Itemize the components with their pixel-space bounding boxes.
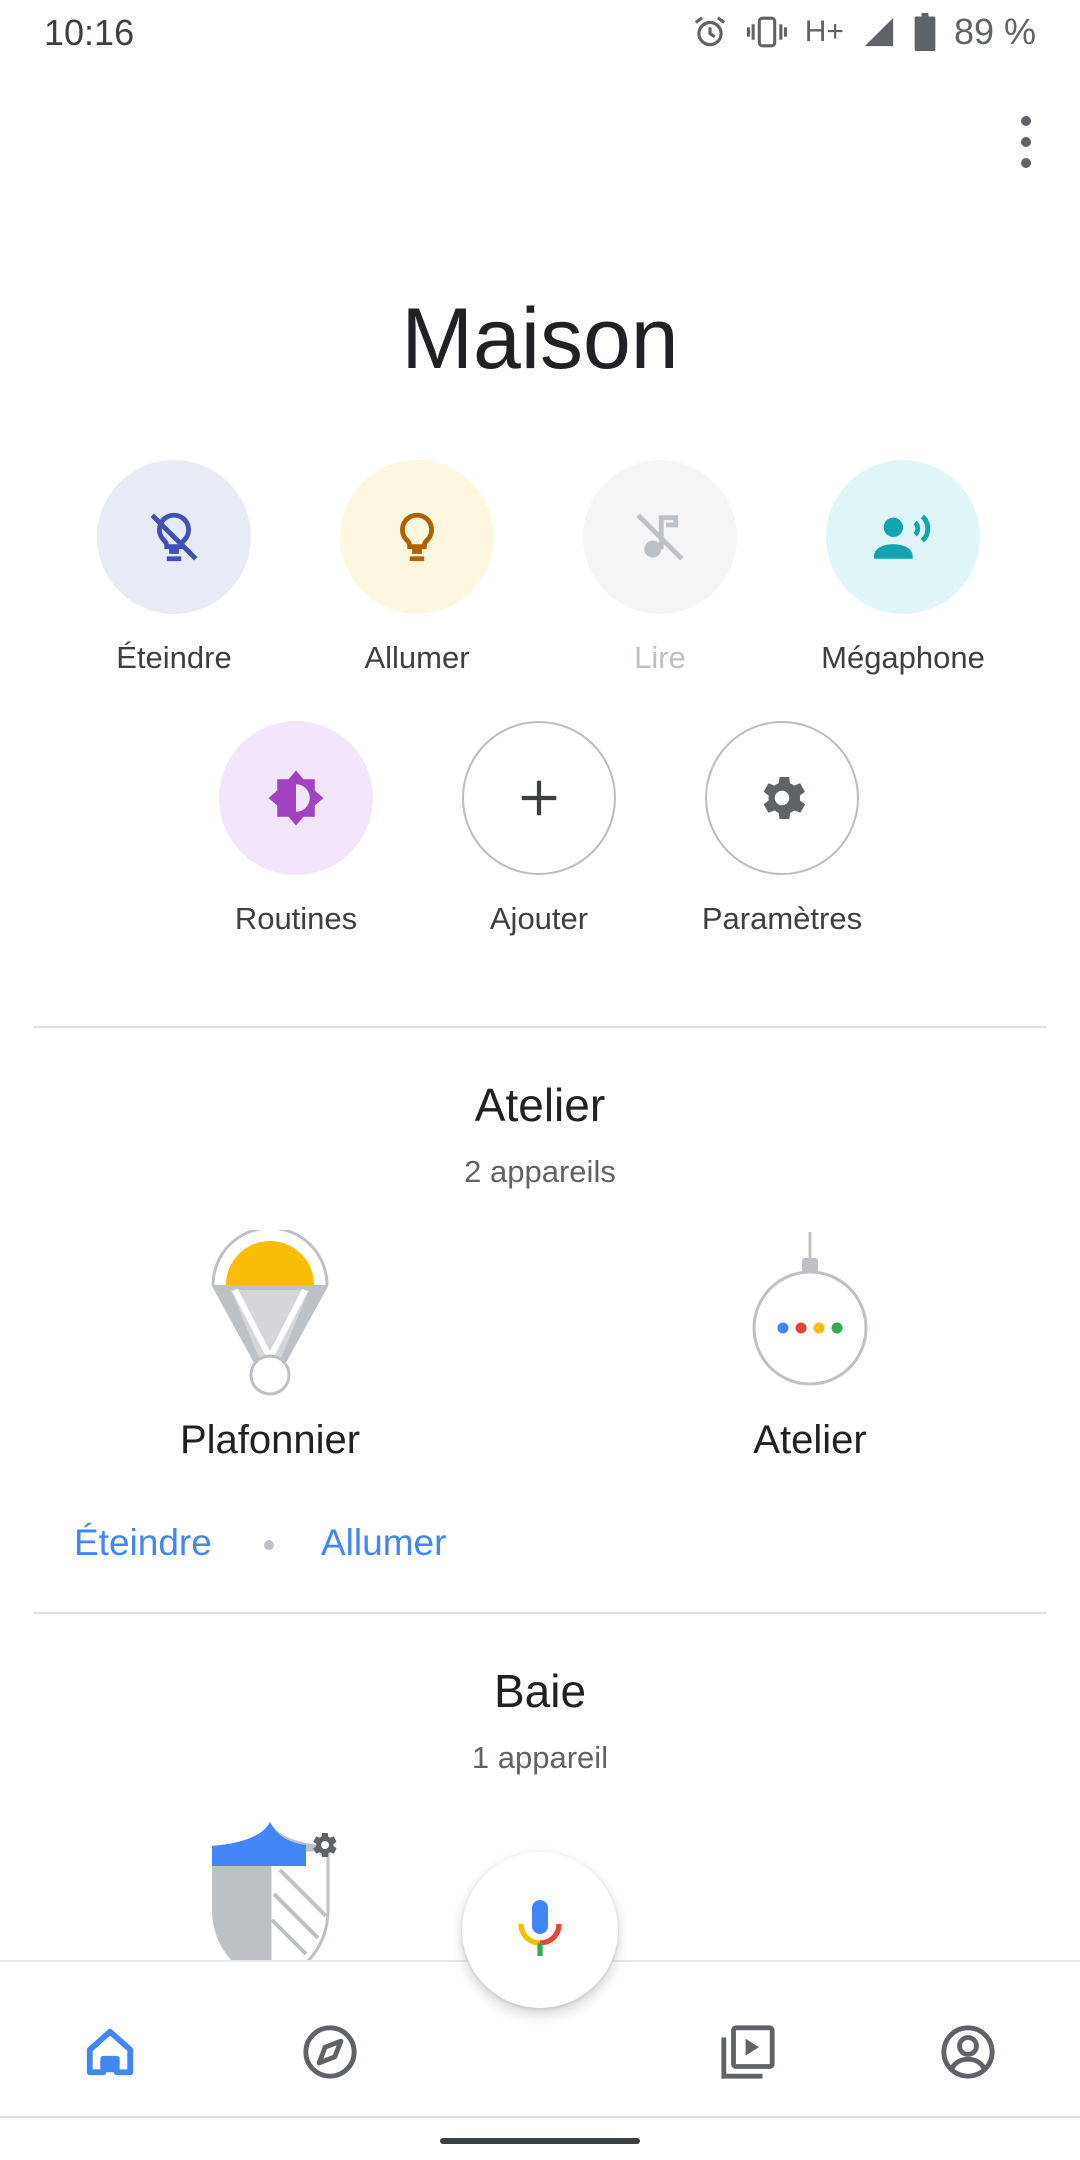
light-bulb-icon bbox=[340, 460, 494, 614]
vibrate-icon bbox=[746, 13, 787, 51]
device-plafonnier[interactable]: Plafonnier bbox=[140, 1226, 400, 1463]
action-turn-on[interactable]: Allumer bbox=[307, 460, 527, 676]
device-label: Atelier bbox=[753, 1418, 867, 1462]
media-icon[interactable] bbox=[708, 2012, 788, 2092]
ceiling-light-icon bbox=[205, 1226, 335, 1396]
light-off-icon bbox=[97, 460, 251, 614]
action-routines[interactable]: Routines bbox=[186, 721, 406, 937]
divider bbox=[0, 2116, 1080, 2118]
status-bar: 10:16 H+ 89 % bbox=[0, 0, 1080, 66]
music-off-icon bbox=[583, 460, 737, 614]
microphone-button[interactable] bbox=[462, 1852, 618, 2008]
battery-level: 89 % bbox=[953, 11, 1036, 52]
action-label: Lire bbox=[634, 640, 686, 675]
security-shield-icon bbox=[200, 1820, 360, 1960]
action-add[interactable]: Ajouter bbox=[429, 721, 649, 937]
action-label: Routines bbox=[234, 901, 358, 936]
divider bbox=[34, 1026, 1046, 1028]
explore-icon[interactable] bbox=[290, 2012, 370, 2092]
action-turn-off[interactable]: Éteindre bbox=[64, 460, 284, 676]
turn-on-link[interactable]: Allumer bbox=[321, 1522, 446, 1564]
battery-icon bbox=[914, 13, 936, 51]
action-label: Éteindre bbox=[116, 640, 232, 675]
brightness-icon bbox=[219, 721, 373, 875]
action-label: Mégaphone bbox=[821, 640, 985, 675]
action-label: Ajouter bbox=[489, 901, 589, 936]
google-home-mini-icon bbox=[745, 1230, 875, 1396]
gesture-navigation-bar[interactable] bbox=[440, 2138, 640, 2144]
device-atelier-speaker[interactable]: Atelier bbox=[680, 1230, 940, 1463]
status-time: 10:16 bbox=[44, 12, 135, 53]
microphone-icon bbox=[514, 1898, 566, 1963]
action-label: Paramètres bbox=[701, 901, 863, 936]
account-icon[interactable] bbox=[928, 2012, 1008, 2092]
action-label: Allumer bbox=[364, 640, 470, 675]
page-title: Maison bbox=[401, 291, 679, 387]
home-icon[interactable] bbox=[70, 2012, 150, 2092]
divider bbox=[34, 1612, 1046, 1614]
signal-icon bbox=[862, 15, 896, 49]
action-play: Lire bbox=[550, 460, 770, 676]
turn-off-link[interactable]: Éteindre bbox=[74, 1522, 212, 1564]
separator-dot bbox=[264, 1540, 274, 1550]
gear-icon bbox=[705, 721, 859, 875]
network-type: H+ bbox=[804, 15, 844, 48]
room-device-count: 1 appareil bbox=[471, 1740, 609, 1775]
action-settings[interactable]: Paramètres bbox=[672, 721, 892, 937]
device-security[interactable] bbox=[200, 1820, 360, 1960]
more-vert-icon[interactable] bbox=[1008, 116, 1044, 168]
plus-icon bbox=[462, 721, 616, 875]
action-broadcast[interactable]: Mégaphone bbox=[793, 460, 1013, 676]
room-title: Atelier bbox=[474, 1079, 606, 1131]
broadcast-icon bbox=[826, 460, 980, 614]
alarm-icon bbox=[691, 13, 729, 51]
device-label: Plafonnier bbox=[179, 1418, 361, 1462]
room-device-count: 2 appareils bbox=[464, 1154, 616, 1189]
status-icons: H+ 89 % bbox=[691, 10, 1036, 54]
room-title: Baie bbox=[493, 1665, 587, 1717]
